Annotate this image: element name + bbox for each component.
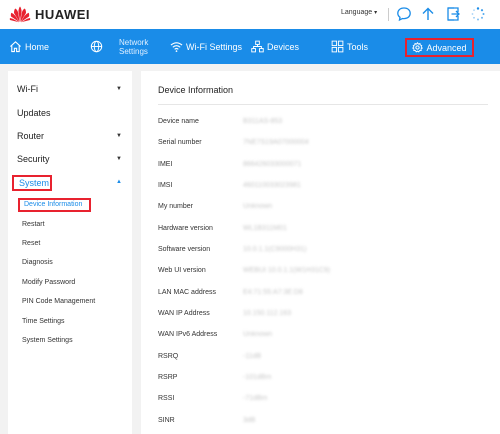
row-value-imei: 866426033000071: [243, 161, 302, 168]
devices-icon: [251, 40, 264, 53]
row-label-hardware-version: Hardware version: [158, 225, 213, 232]
nav-home-label: Home: [25, 41, 50, 52]
row-label-my-number: My number: [158, 203, 194, 210]
divider: [388, 8, 389, 21]
row-value-device-name: B311AS-853: [243, 118, 283, 125]
language-label: Language: [341, 9, 373, 16]
nav-advanced[interactable]: Advanced: [405, 38, 474, 57]
sidebar-subitem-time-settings[interactable]: Time Settings: [22, 318, 65, 325]
row-value-wan-ip-address: 10.150.112.163: [243, 310, 292, 317]
sidebar-subitem-modify-password[interactable]: Modify Password: [22, 279, 75, 286]
row-label-rsrq: RSRQ: [158, 353, 179, 360]
row-label-imei: IMEI: [158, 161, 173, 168]
row-label-web-ui-version: Web UI version: [158, 267, 206, 274]
nav-advanced-label: Advanced: [426, 42, 467, 53]
upload-arrow-icon[interactable]: [420, 6, 436, 22]
row-value-imsi: 460110033023981: [243, 182, 301, 189]
language-selector[interactable]: Language ▾: [341, 9, 377, 16]
logout-icon[interactable]: [445, 6, 461, 22]
wifi-icon: [170, 42, 183, 52]
page-title: Device Information: [158, 85, 234, 95]
sidebar-item-updates[interactable]: Updates: [17, 108, 51, 118]
nav-network-settings-line2: Settings: [119, 46, 148, 56]
tools-grid-icon: [331, 40, 344, 53]
chevron-down-icon: ▾: [374, 10, 378, 16]
nav-devices-label: Devices: [267, 41, 300, 52]
row-value-hardware-version: WL1B311M01: [243, 225, 287, 232]
sidebar-subitem-device-information[interactable]: Device Information: [18, 198, 91, 212]
row-value-my-number: Unknown: [243, 203, 273, 210]
sidebar-subitem-reset[interactable]: Reset: [22, 240, 40, 247]
nav-wifi-settings[interactable]: Wi-Fi Settings: [170, 29, 242, 64]
top-bar: HUAWEI Language ▾: [0, 0, 500, 29]
row-value-rssi: -71dBm: [243, 395, 268, 402]
gear-icon: [412, 42, 424, 53]
row-value-web-ui-version: WEBUI 10.0.1.1(W1H31C9): [243, 267, 331, 274]
row-label-software-version: Software version: [158, 246, 211, 253]
chevron-up-icon[interactable]: ▲: [116, 179, 122, 185]
sidebar: Wi-Fi ▼ Updates Router ▼ Security ▼ Syst…: [8, 71, 132, 434]
row-label-wan-ip-address: WAN IP Address: [158, 310, 210, 317]
nav-wifi-settings-label: Wi-Fi Settings: [186, 41, 243, 52]
row-value-serial-number: 7NE7S19A07000004: [243, 139, 309, 146]
sidebar-subitem-restart[interactable]: Restart: [22, 221, 45, 228]
row-value-rsrp: -101dBm: [243, 374, 272, 381]
sidebar-item-wifi[interactable]: Wi-Fi: [17, 84, 38, 94]
nav-devices[interactable]: Devices: [251, 29, 299, 64]
row-value-software-version: 10.0.1.1(C9000H31): [243, 246, 307, 253]
nav-network-settings-line1: Network: [119, 37, 149, 47]
row-label-rsrp: RSRP: [158, 374, 178, 381]
globe-icon: [90, 40, 103, 53]
nav-tools[interactable]: Tools: [331, 29, 368, 64]
divider: [158, 104, 488, 105]
sidebar-subitem-system-settings[interactable]: System Settings: [22, 337, 73, 344]
loading-spinner-icon: [470, 6, 486, 22]
sidebar-item-router[interactable]: Router: [17, 131, 44, 141]
row-label-imsi: IMSI: [158, 182, 173, 189]
sidebar-item-system[interactable]: System: [12, 175, 52, 191]
nav-home[interactable]: Home: [9, 29, 49, 64]
row-value-rsrq: -11dB: [243, 353, 262, 360]
chevron-down-icon[interactable]: ▼: [116, 133, 122, 139]
sidebar-subitem-diagnosis[interactable]: Diagnosis: [22, 259, 53, 266]
nav-tools-label: Tools: [347, 41, 369, 52]
row-value-sinr: 3dB: [243, 417, 256, 424]
row-label-wan-ipv6-address: WAN IPv6 Address: [158, 331, 218, 338]
row-label-lan-mac-address: LAN MAC address: [158, 289, 216, 296]
device-information-panel: Device Information Device name B311AS-85…: [141, 71, 500, 434]
brand-name: HUAWEI: [35, 6, 90, 22]
home-icon: [10, 41, 21, 53]
sidebar-item-security[interactable]: Security: [17, 154, 50, 164]
chevron-down-icon[interactable]: ▼: [116, 86, 122, 92]
row-value-lan-mac-address: E4:71:55:A7:3E:D8: [243, 289, 303, 296]
row-label-sinr: SINR: [158, 417, 175, 424]
huawei-flower-icon: [9, 6, 31, 23]
row-label-serial-number: Serial number: [158, 139, 202, 146]
huawei-logo[interactable]: HUAWEI: [9, 5, 90, 23]
row-label-device-name: Device name: [158, 118, 199, 125]
sidebar-subitem-pin-code-management[interactable]: PIN Code Management: [22, 298, 95, 305]
row-label-rssi: RSSI: [158, 395, 175, 402]
message-icon[interactable]: [396, 6, 412, 22]
chevron-down-icon[interactable]: ▼: [116, 156, 122, 162]
row-value-wan-ipv6-address: Unknown: [243, 331, 273, 338]
nav-network-settings[interactable]: Network Settings: [90, 29, 148, 64]
